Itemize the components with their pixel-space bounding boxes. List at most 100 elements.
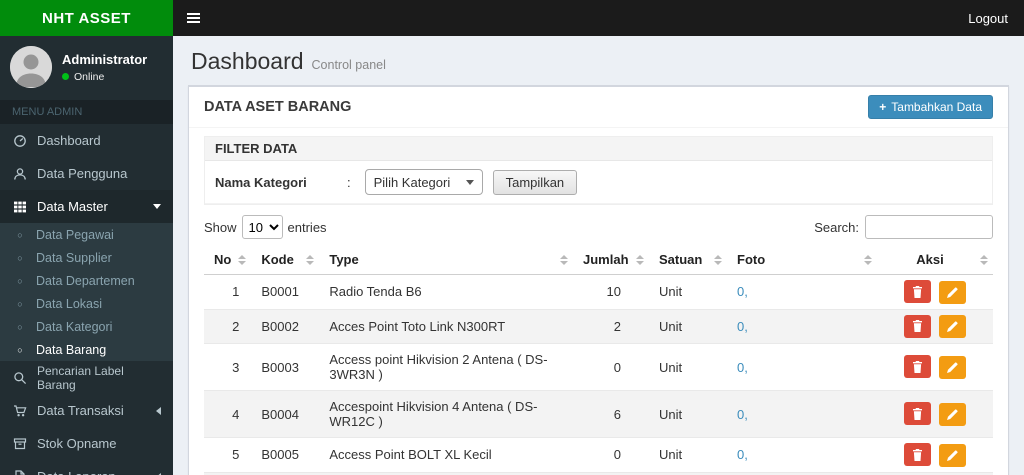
delete-button[interactable]	[904, 402, 932, 426]
cell-foto: 0,	[727, 437, 877, 472]
sort-icon	[560, 254, 568, 265]
add-data-button[interactable]: + Tambahkan Data	[868, 95, 993, 119]
page-title: Dashboard	[191, 48, 304, 74]
sidebar-item-data-master[interactable]: Data Master Data Pegawai Data Supplier D…	[0, 190, 173, 361]
sidebar-item-data-pengguna[interactable]: Data Pengguna	[0, 157, 173, 190]
cell-satuan: Unit	[649, 390, 727, 438]
circle-icon	[12, 253, 28, 263]
avatar	[10, 46, 52, 88]
cell-aksi	[877, 343, 993, 391]
column-header-aksi[interactable]: Aksi	[877, 245, 993, 275]
cart-icon	[12, 404, 28, 418]
grid-icon	[12, 200, 28, 214]
delete-button[interactable]	[904, 314, 932, 338]
sort-icon	[238, 254, 247, 265]
foto-link[interactable]: 0,	[737, 360, 748, 375]
sidebar-subitem-data-kategori[interactable]: Data Kategori	[0, 315, 173, 338]
edit-button[interactable]	[938, 355, 966, 379]
edit-button[interactable]	[938, 402, 966, 426]
cell-jumlah: 10	[573, 274, 649, 309]
brand-logo[interactable]: NHT ASSET	[0, 0, 173, 36]
cell-type: Acces Point Toto Link N300RT	[319, 308, 573, 344]
online-status-dot	[62, 73, 69, 80]
pencil-icon	[946, 321, 958, 332]
cell-kode: B0001	[251, 274, 320, 309]
entries-label: entries	[287, 219, 327, 235]
edit-button[interactable]	[938, 280, 966, 304]
sidebar-item-dashboard[interactable]: Dashboard	[0, 124, 173, 157]
cell-aksi	[877, 308, 993, 344]
sidebar-item-data-transaksi[interactable]: Data Transaksi	[0, 394, 173, 427]
sidebar-subitem-data-lokasi[interactable]: Data Lokasi	[0, 292, 173, 315]
delete-button[interactable]	[904, 355, 932, 379]
search-input[interactable]	[865, 215, 993, 239]
foto-link[interactable]: 0,	[737, 447, 748, 462]
trash-icon	[913, 285, 923, 298]
category-select-value: Pilih Kategori	[373, 174, 451, 190]
cell-aksi	[877, 437, 993, 472]
sidebar-subitem-data-barang[interactable]: Data Barang	[0, 338, 173, 361]
delete-button[interactable]	[904, 443, 932, 466]
cell-kode: B0002	[251, 308, 320, 344]
cell-aksi	[877, 390, 993, 438]
sidebar-toggle-button[interactable]	[173, 0, 214, 36]
cell-foto: 0,	[727, 390, 877, 438]
foto-link[interactable]: 0,	[737, 319, 748, 334]
trash-icon	[913, 448, 923, 461]
panel-body: FILTER DATA Nama Kategori : Pilih Katego…	[189, 128, 1008, 475]
sidebar-menu: Dashboard Data Pengguna Data Master Data…	[0, 124, 173, 475]
sort-icon	[864, 254, 872, 265]
filter-row: Nama Kategori : Pilih Kategori Tampilkan	[205, 161, 992, 204]
user-status: Online	[74, 70, 105, 83]
plus-icon: +	[879, 100, 887, 114]
column-header-foto[interactable]: Foto	[727, 245, 877, 275]
foto-link[interactable]: 0,	[737, 284, 748, 299]
pencil-icon	[946, 286, 958, 298]
column-header-kode[interactable]: Kode	[251, 245, 320, 275]
edit-button[interactable]	[938, 443, 966, 467]
sidebar-item-data-laporan[interactable]: Data Laporan	[0, 460, 173, 475]
sidebar: Administrator Online MENU ADMIN Dashboar…	[0, 36, 173, 475]
sidebar-subitem-data-pegawai[interactable]: Data Pegawai	[0, 223, 173, 246]
edit-button[interactable]	[938, 315, 966, 338]
column-header-satuan[interactable]: Satuan	[649, 245, 727, 275]
chevron-left-icon	[156, 406, 161, 415]
delete-button[interactable]	[904, 280, 932, 303]
filter-title: FILTER DATA	[205, 137, 992, 161]
sidebar-item-pencarian-label-barang[interactable]: Pencarian Label Barang	[0, 361, 173, 394]
column-header-jumlah[interactable]: Jumlah	[573, 245, 649, 275]
sidebar-subitem-data-departemen[interactable]: Data Departemen	[0, 269, 173, 292]
table-row: 1 B0001 Radio Tenda B6 10 Unit 0,	[204, 274, 993, 309]
sidebar-item-label: Stok Opname	[37, 436, 117, 451]
column-header-type[interactable]: Type	[319, 245, 573, 275]
navbar-bar: Logout	[173, 0, 1024, 36]
cell-kode: B0004	[251, 390, 320, 438]
page-subtitle: Control panel	[311, 58, 386, 72]
circle-icon	[12, 345, 28, 355]
cell-type: Access Point BOLT XL Kecil	[319, 437, 573, 472]
cell-type: Access point Hikvision 2 Antena ( DS-3WR…	[319, 343, 573, 391]
cell-no: 2	[204, 308, 252, 344]
table-row: 3 B0003 Access point Hikvision 2 Antena …	[204, 343, 993, 391]
entries-select[interactable]: 10	[241, 215, 283, 239]
cell-no: 4	[204, 390, 252, 438]
sort-icon	[636, 254, 644, 265]
separator: :	[347, 174, 351, 190]
cell-no: 1	[204, 274, 252, 309]
category-select[interactable]: Pilih Kategori	[364, 169, 483, 195]
foto-link[interactable]: 0,	[737, 407, 748, 422]
tampilkan-button[interactable]: Tampilkan	[492, 169, 578, 195]
table-row: 2 B0002 Acces Point Toto Link N300RT 2 U…	[204, 308, 993, 344]
sidebar-subitem-data-supplier[interactable]: Data Supplier	[0, 246, 173, 269]
pencil-icon	[946, 449, 958, 461]
sidebar-item-label: Data Transaksi	[37, 403, 124, 418]
cell-foto: 0,	[727, 274, 877, 309]
circle-icon	[12, 322, 28, 332]
cell-aksi	[877, 274, 993, 309]
column-header-no[interactable]: No	[204, 245, 252, 275]
sidebar-item-stok-opname[interactable]: Stok Opname	[0, 427, 173, 460]
top-navbar: NHT ASSET Logout	[0, 0, 1024, 36]
cell-type: Accespoint Hikvision 4 Antena ( DS-WR12C…	[319, 390, 573, 438]
logout-link[interactable]: Logout	[952, 11, 1024, 26]
circle-icon	[12, 276, 28, 286]
